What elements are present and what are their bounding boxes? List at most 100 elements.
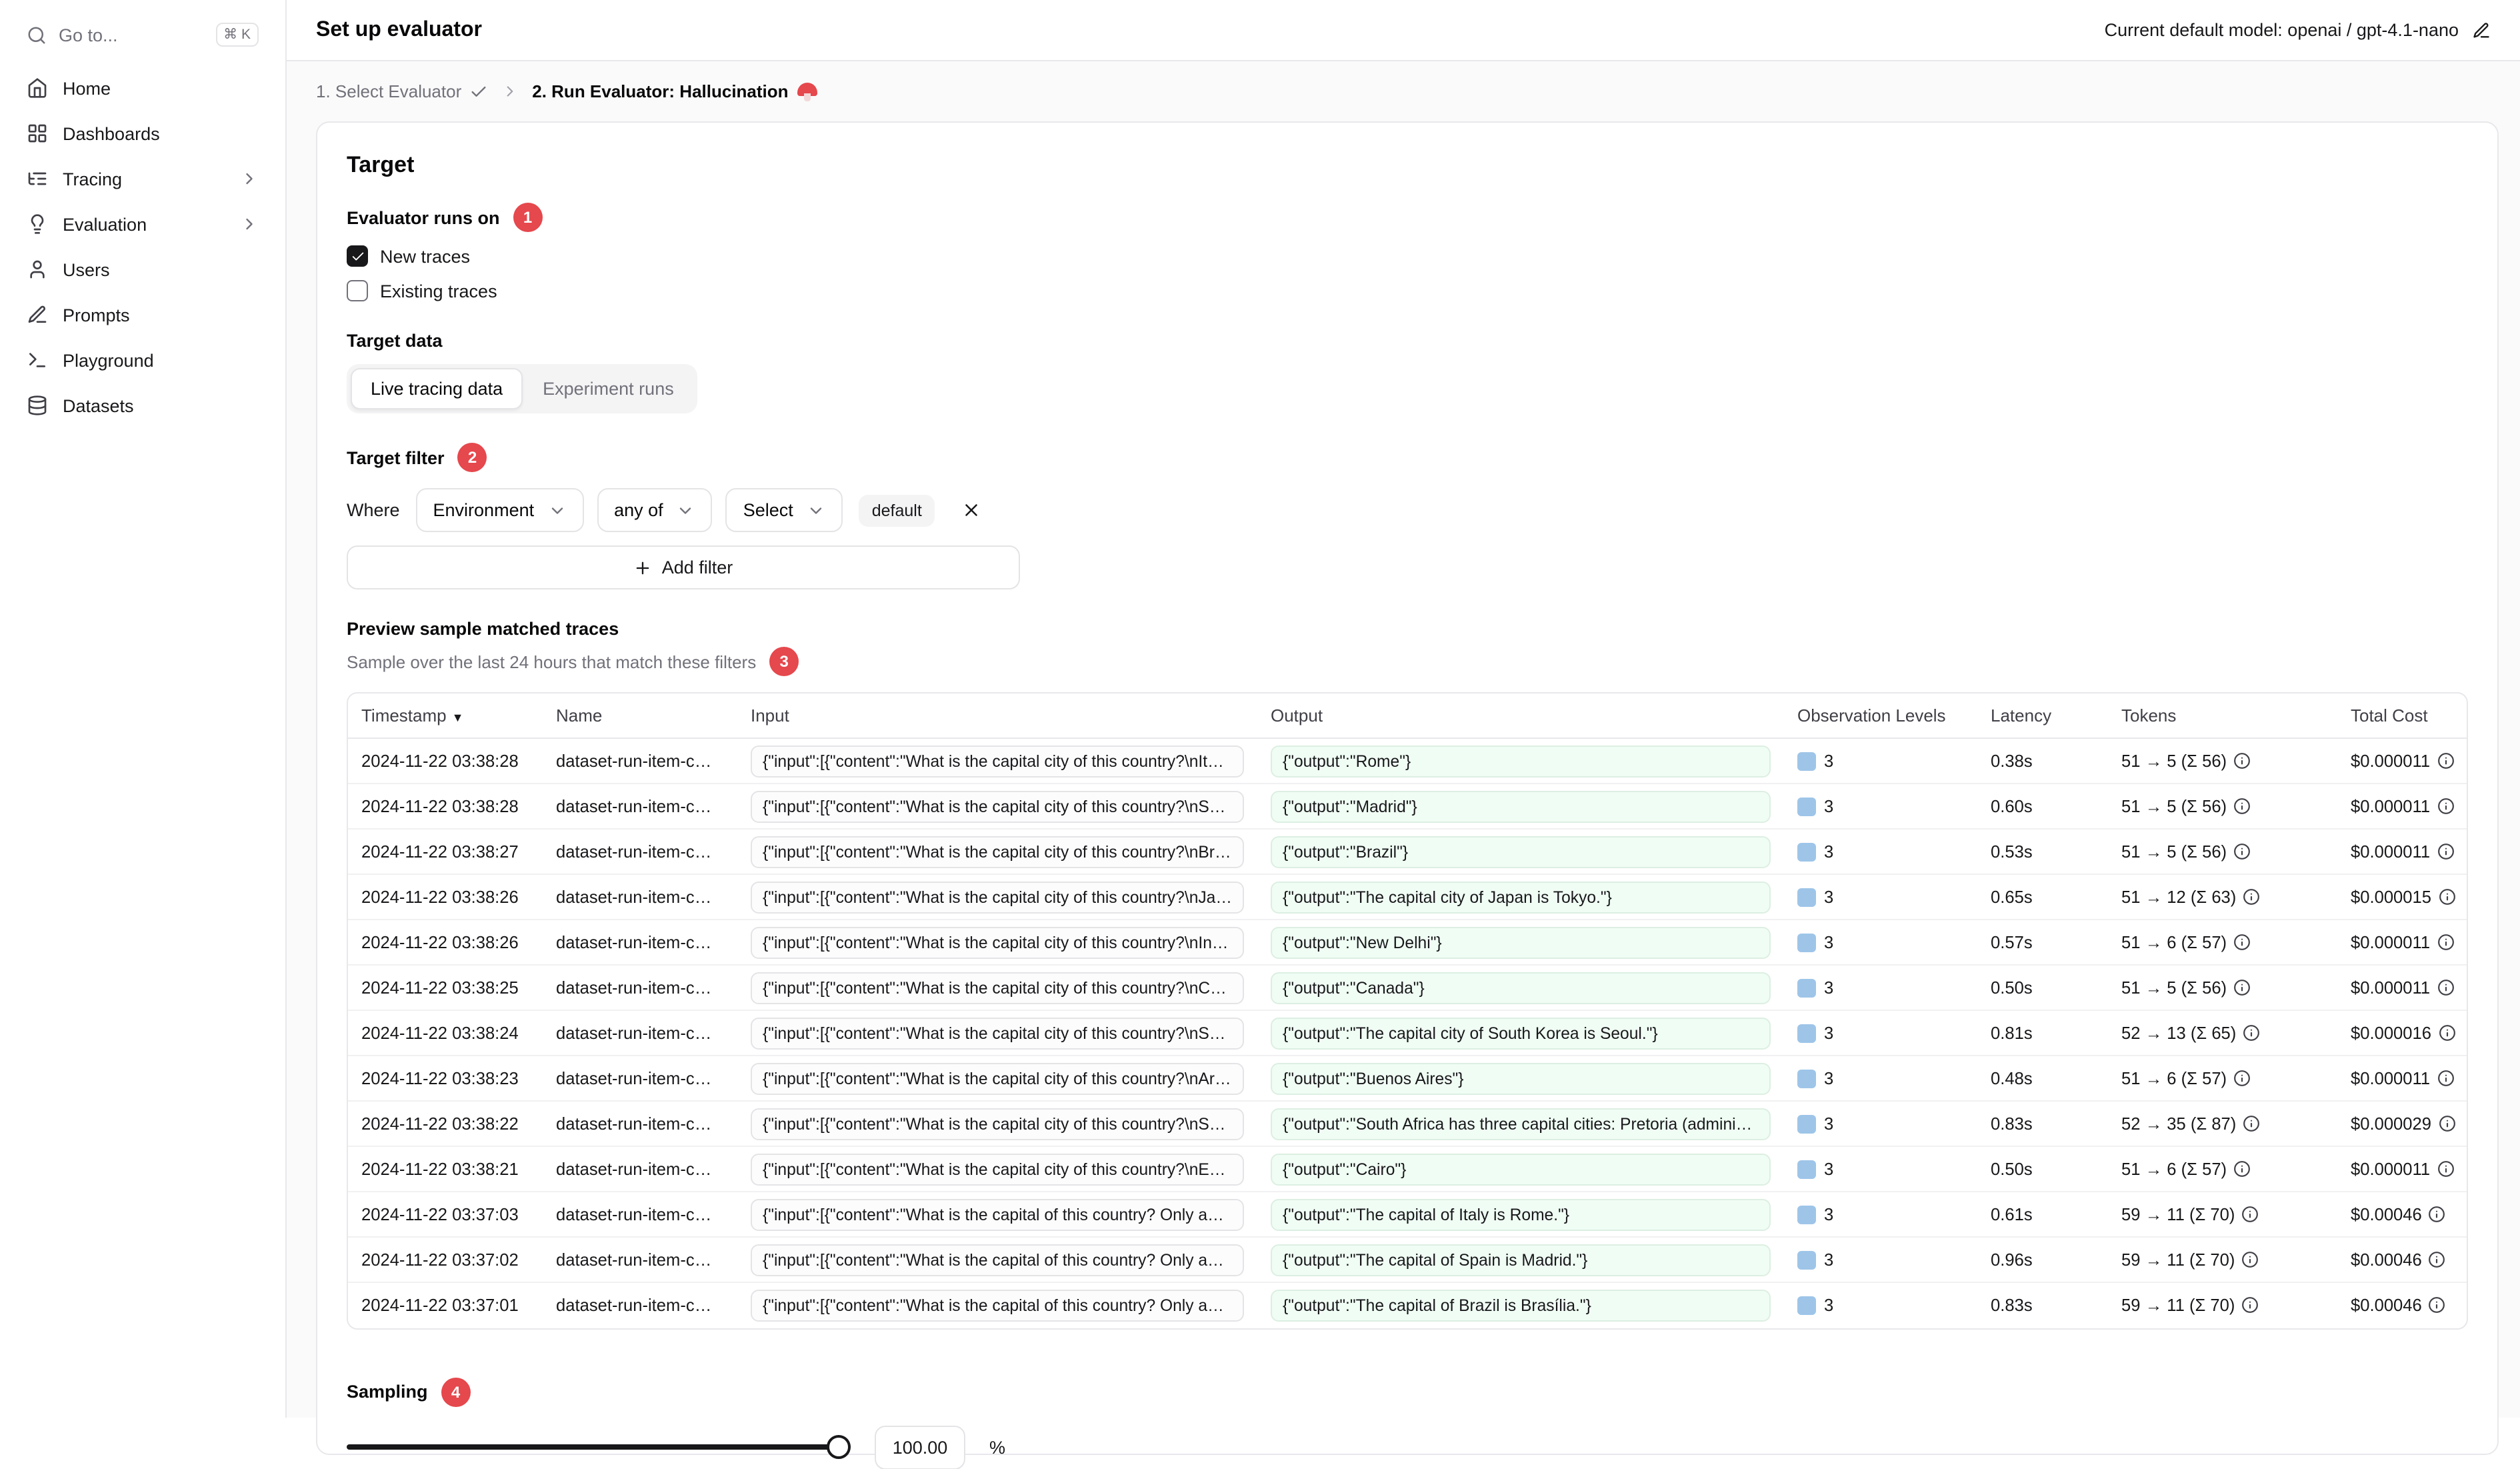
table-row[interactable]: 2024-11-22 03:38:25 dataset-run-item-cm3s… <box>348 965 2467 1011</box>
breadcrumb-step-select-evaluator[interactable]: 1. Select Evaluator <box>316 81 488 101</box>
input-preview: {"input":[{"content":"What is the capita… <box>751 1198 1244 1230</box>
table-row[interactable]: 2024-11-22 03:38:27 dataset-run-item-cm3s… <box>348 829 2467 875</box>
sidebar-item-label: Evaluation <box>63 214 147 234</box>
output-preview: {"output":"The capital of Spain is Madri… <box>1271 1244 1771 1276</box>
table-row[interactable]: 2024-11-22 03:38:23 dataset-run-item-cm3s… <box>348 1056 2467 1102</box>
cell-total-cost: $0.00046 <box>2337 1192 2467 1238</box>
cell-tokens: 51 → 5 (Σ 56) <box>2108 784 2337 830</box>
cost-info-icon[interactable] <box>2438 1115 2455 1132</box>
annotation-badge-3: 3 <box>769 647 799 676</box>
column-header-total-cost[interactable]: Total Cost <box>2337 693 2467 739</box>
column-header-name[interactable]: Name <box>543 693 737 739</box>
cell-latency: 0.48s <box>1977 1056 2108 1102</box>
cost-info-icon[interactable] <box>2437 798 2454 815</box>
filter-column-select[interactable]: Environment <box>415 488 584 532</box>
column-header-output[interactable]: Output <box>1257 693 1784 739</box>
token-info-icon[interactable] <box>2241 1297 2259 1314</box>
cost-info-icon[interactable] <box>2429 1206 2446 1223</box>
edit-model-icon[interactable] <box>2472 21 2491 39</box>
tab-experiment-runs[interactable]: Experiment runs <box>523 368 694 409</box>
cost-info-icon[interactable] <box>2429 1251 2446 1268</box>
table-row[interactable]: 2024-11-22 03:38:24 dataset-run-item-cm3s… <box>348 1010 2467 1056</box>
cost-info-icon[interactable] <box>2437 1160 2454 1178</box>
cost-info-icon[interactable] <box>2437 752 2454 770</box>
token-info-icon[interactable] <box>2243 888 2260 906</box>
tab-live-tracing-data[interactable]: Live tracing data <box>351 368 523 409</box>
filter-value-select[interactable]: Select <box>725 488 843 532</box>
observation-level-icon <box>1797 752 1816 770</box>
token-info-icon[interactable] <box>2233 979 2251 996</box>
filter-where-label: Where <box>347 500 400 520</box>
sidebar-item-datasets[interactable]: Datasets <box>16 384 269 427</box>
output-preview: {"output":"Canada"} <box>1271 972 1771 1004</box>
sidebar-item-users[interactable]: Users <box>16 248 269 291</box>
table-row[interactable]: 2024-11-22 03:37:03 dataset-run-item-cm3s… <box>348 1192 2467 1238</box>
cell-tokens: 51 → 5 (Σ 56) <box>2108 965 2337 1011</box>
column-header-latency[interactable]: Latency <box>1977 693 2108 739</box>
column-header-tokens[interactable]: Tokens <box>2108 693 2337 739</box>
token-info-icon[interactable] <box>2233 1070 2251 1087</box>
slider-thumb[interactable] <box>827 1435 851 1459</box>
cost-info-icon[interactable] <box>2429 1297 2446 1314</box>
token-info-icon[interactable] <box>2243 1115 2260 1132</box>
cell-tokens: 52 → 35 (Σ 87) <box>2108 1101 2337 1147</box>
cell-input: {"input":[{"content":"What is the capita… <box>737 1101 1257 1147</box>
sidebar-item-playground[interactable]: Playground <box>16 339 269 381</box>
new-traces-checkbox[interactable] <box>347 245 368 267</box>
check-icon <box>469 82 488 101</box>
remove-filter-button[interactable] <box>957 495 987 525</box>
chevron-right-icon <box>501 83 519 100</box>
token-info-icon[interactable] <box>2243 1024 2260 1042</box>
filter-builder-row: Where Environment any of Select default <box>347 488 2468 532</box>
cell-input: {"input":[{"content":"What is the capita… <box>737 1056 1257 1102</box>
table-row[interactable]: 2024-11-22 03:38:21 dataset-run-item-cm3s… <box>348 1146 2467 1192</box>
sidebar-item-dashboards[interactable]: Dashboards <box>16 112 269 155</box>
token-info-icon[interactable] <box>2233 1160 2251 1178</box>
table-row[interactable]: 2024-11-22 03:38:28 dataset-run-item-cm3s… <box>348 784 2467 830</box>
column-header-observation-levels[interactable]: Observation Levels <box>1784 693 1977 739</box>
cost-info-icon[interactable] <box>2437 1070 2454 1087</box>
column-header-input[interactable]: Input <box>737 693 1257 739</box>
target-section-title: Target <box>347 152 415 177</box>
listTree-icon <box>27 168 48 189</box>
goto-search[interactable]: Go to... ⌘ K <box>16 13 269 56</box>
add-filter-button[interactable]: Add filter <box>347 545 1020 589</box>
table-row[interactable]: 2024-11-22 03:38:28 dataset-run-item-cm3s… <box>348 738 2467 784</box>
sampling-value-input[interactable] <box>875 1425 965 1469</box>
filter-value-placeholder: Select <box>743 500 793 520</box>
cell-name: dataset-run-item-cm3s4 <box>543 1056 737 1102</box>
input-preview: {"input":[{"content":"What is the capita… <box>751 926 1244 958</box>
token-info-icon[interactable] <box>2233 843 2251 860</box>
goto-label: Go to... <box>59 25 118 45</box>
token-info-icon[interactable] <box>2241 1251 2259 1268</box>
cost-info-icon[interactable] <box>2437 934 2454 951</box>
sidebar-item-home[interactable]: Home <box>16 67 269 109</box>
existing-traces-option[interactable]: Existing traces <box>347 280 2468 301</box>
filter-operator-select[interactable]: any of <box>597 488 713 532</box>
table-row[interactable]: 2024-11-22 03:37:01 dataset-run-item-cm3s… <box>348 1282 2467 1328</box>
sidebar-item-prompts[interactable]: Prompts <box>16 293 269 336</box>
cell-observation-levels: 3 <box>1784 1237 1977 1283</box>
cost-info-icon[interactable] <box>2437 979 2454 996</box>
existing-traces-checkbox[interactable] <box>347 280 368 301</box>
cost-info-icon[interactable] <box>2437 843 2454 860</box>
cell-tokens: 51 → 5 (Σ 56) <box>2108 738 2337 784</box>
token-info-icon[interactable] <box>2233 752 2251 770</box>
token-info-icon[interactable] <box>2233 798 2251 815</box>
token-info-icon[interactable] <box>2241 1206 2259 1223</box>
table-header-row: Timestamp ▼ Name Input Output Observation Lev… <box>348 693 2467 739</box>
token-info-icon[interactable] <box>2233 934 2251 951</box>
table-row[interactable]: 2024-11-22 03:38:26 dataset-run-item-cm3s… <box>348 920 2467 966</box>
new-traces-option[interactable]: New traces <box>347 245 2468 267</box>
cell-latency: 0.50s <box>1977 1146 2108 1192</box>
table-row[interactable]: 2024-11-22 03:38:22 dataset-run-item-cm3s… <box>348 1101 2467 1147</box>
column-header-timestamp[interactable]: Timestamp ▼ <box>348 693 543 739</box>
sampling-slider[interactable] <box>347 1434 851 1460</box>
sidebar-item-evaluation[interactable]: Evaluation <box>16 203 269 245</box>
table-row[interactable]: 2024-11-22 03:38:26 dataset-run-item-cm3s… <box>348 874 2467 920</box>
cost-info-icon[interactable] <box>2438 1024 2455 1042</box>
table-row[interactable]: 2024-11-22 03:37:02 dataset-run-item-cm3s… <box>348 1237 2467 1283</box>
cost-info-icon[interactable] <box>2438 888 2455 906</box>
sidebar-item-tracing[interactable]: Tracing <box>16 157 269 200</box>
cell-total-cost: $0.000011 <box>2337 738 2467 784</box>
